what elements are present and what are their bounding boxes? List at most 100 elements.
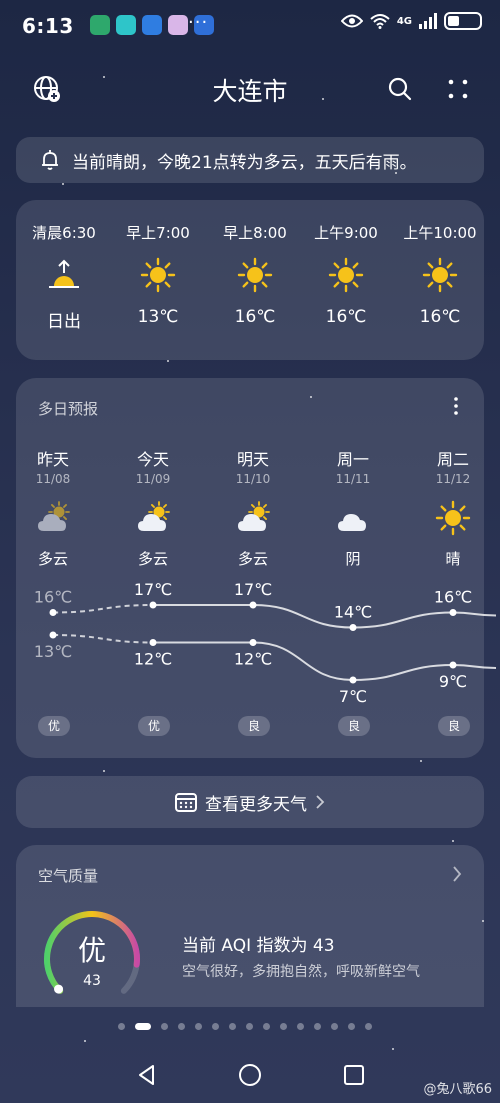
day-name: 昨天 — [36, 450, 69, 469]
more-vertical-icon[interactable] — [450, 396, 462, 416]
cloud-icon — [338, 514, 366, 531]
partly-cloudy-icon — [138, 501, 170, 531]
system-indicators: 4G — [340, 12, 482, 30]
page-dot[interactable] — [178, 1023, 185, 1030]
flower-app-icon — [168, 15, 188, 35]
status-bar: 6:13 ··· 4G — [0, 0, 500, 52]
more-menu-button[interactable] — [441, 72, 475, 106]
hourly-forecast-card[interactable]: 清晨6:30 日出 早上7:00 13℃ 早上8:00 16℃ 上午9:00 16℃ 上午10… — [16, 200, 484, 360]
low-temp-point — [449, 661, 457, 669]
sunrise-icon — [49, 259, 79, 288]
chevron-right-icon[interactable] — [452, 865, 462, 883]
page-dot[interactable] — [229, 1023, 236, 1030]
hourly-value: 16℃ — [325, 307, 367, 327]
sun-icon — [140, 257, 176, 293]
sun-icon — [237, 257, 273, 293]
low-temp-label: 12℃ — [134, 650, 172, 669]
low-temp-label: 9℃ — [439, 672, 467, 691]
city-page-indicator[interactable] — [118, 1023, 372, 1030]
low-temp-label: 7℃ — [339, 687, 367, 706]
app-header: 大连市 — [0, 62, 500, 116]
weather-alert-banner[interactable]: 当前晴朗，今晚21点转为多云，五天后有雨。 — [16, 137, 484, 183]
hourly-time: 上午10:00 — [403, 224, 477, 242]
city-title: 大连市 — [212, 77, 288, 106]
high-temp-point — [249, 601, 257, 609]
page-dot[interactable] — [314, 1023, 321, 1030]
high-temp-point — [349, 624, 357, 631]
page-dot[interactable] — [161, 1023, 168, 1030]
see-more-label: 查看更多天气 — [205, 794, 307, 815]
hourly-value: 13℃ — [137, 307, 179, 327]
hourly-item: 早上8:00 16℃ — [207, 200, 303, 327]
day-name: 周一 — [336, 450, 369, 469]
day-condition: 晴 — [445, 550, 461, 568]
day-aqi-badge: 良 — [238, 716, 270, 736]
home-icon[interactable] — [237, 1062, 263, 1088]
day-condition: 阴 — [345, 550, 361, 568]
search-button[interactable] — [383, 72, 417, 106]
low-temp-point — [49, 631, 57, 639]
day-name: 周二 — [436, 450, 469, 469]
day-aqi-badge: 优 — [38, 716, 70, 736]
page-dot[interactable] — [365, 1023, 372, 1030]
signal-icon — [419, 13, 437, 29]
search-icon — [388, 77, 412, 101]
page-dot[interactable] — [280, 1023, 287, 1030]
forecast-title: 多日预报 — [38, 400, 99, 418]
low-temp-label: 12℃ — [234, 650, 272, 669]
high-temp-label: 17℃ — [234, 580, 272, 599]
page-dot[interactable] — [135, 1023, 151, 1030]
watermark: @兔八歌66 — [423, 1082, 492, 1097]
page-dot[interactable] — [212, 1023, 219, 1030]
calendar-icon — [175, 793, 197, 812]
high-temp-point — [49, 609, 57, 616]
page-dot[interactable] — [297, 1023, 304, 1030]
status-time: 6:13 — [22, 14, 74, 38]
high-temp-label: 14℃ — [334, 603, 372, 622]
high-temp-label: 17℃ — [134, 580, 172, 599]
hourly-item: 上午9:00 16℃ — [298, 200, 394, 327]
page-dot[interactable] — [331, 1023, 338, 1030]
multi-day-forecast-card[interactable]: 多日预报 16℃ 17℃ 17℃ 14℃ 16℃ 13℃ 12℃ 12℃ 7℃ 9℃ 昨天 11/0… — [16, 378, 497, 758]
cloud-app-icon — [142, 15, 162, 35]
day-name: 今天 — [136, 450, 169, 469]
aqi-level: 优 — [77, 934, 106, 967]
bell-icon — [42, 150, 58, 170]
more-notifications-icon: ··· — [188, 12, 209, 33]
back-icon[interactable] — [134, 1062, 160, 1088]
day-date: 11/11 — [335, 472, 371, 486]
system-navigation-bar: @兔八歌66 — [0, 1050, 500, 1103]
see-more-weather-button[interactable]: 查看更多天气 — [16, 776, 484, 828]
hourly-item: 早上7:00 13℃ — [110, 200, 206, 327]
hourly-value: 16℃ — [419, 307, 461, 327]
aqi-value: 43 — [83, 973, 101, 989]
day-condition: 多云 — [137, 550, 168, 568]
day-name: 明天 — [236, 450, 269, 469]
air-quality-card[interactable]: 空气质量 优 43 当前 AQI 指数为 43 空气很好，多拥抱自然，呼吸新鲜空… — [16, 845, 484, 1007]
page-dot[interactable] — [348, 1023, 355, 1030]
day-aqi-badge: 优 — [138, 716, 170, 736]
page-dot[interactable] — [246, 1023, 253, 1030]
four-dots-icon — [448, 79, 468, 99]
page-dot[interactable] — [118, 1023, 125, 1030]
low-temp-point — [349, 676, 357, 684]
aqi-summary: 当前 AQI 指数为 43 — [182, 936, 335, 956]
high-temp-point — [149, 601, 157, 609]
day-date: 11/09 — [135, 472, 171, 486]
hourly-item: 上午10:00 16℃ — [392, 200, 488, 327]
low-temp-point — [149, 639, 157, 646]
page-dot[interactable] — [195, 1023, 202, 1030]
aqi-description: 空气很好，多拥抱自然，呼吸新鲜空气 — [182, 964, 420, 980]
recents-icon[interactable] — [341, 1062, 367, 1088]
low-temp-point — [249, 639, 257, 646]
day-date: 11/12 — [435, 472, 471, 486]
hourly-time: 清晨6:30 — [32, 224, 96, 242]
hourly-time: 早上8:00 — [223, 224, 287, 242]
page-dot[interactable] — [263, 1023, 270, 1030]
day-condition: 多云 — [237, 550, 268, 568]
low-temp-label: 13℃ — [34, 642, 72, 661]
partly-cloudy-icon — [38, 501, 70, 531]
high-temp-line — [153, 604, 497, 629]
hourly-time: 早上7:00 — [126, 224, 190, 242]
wifi-icon — [370, 14, 390, 29]
